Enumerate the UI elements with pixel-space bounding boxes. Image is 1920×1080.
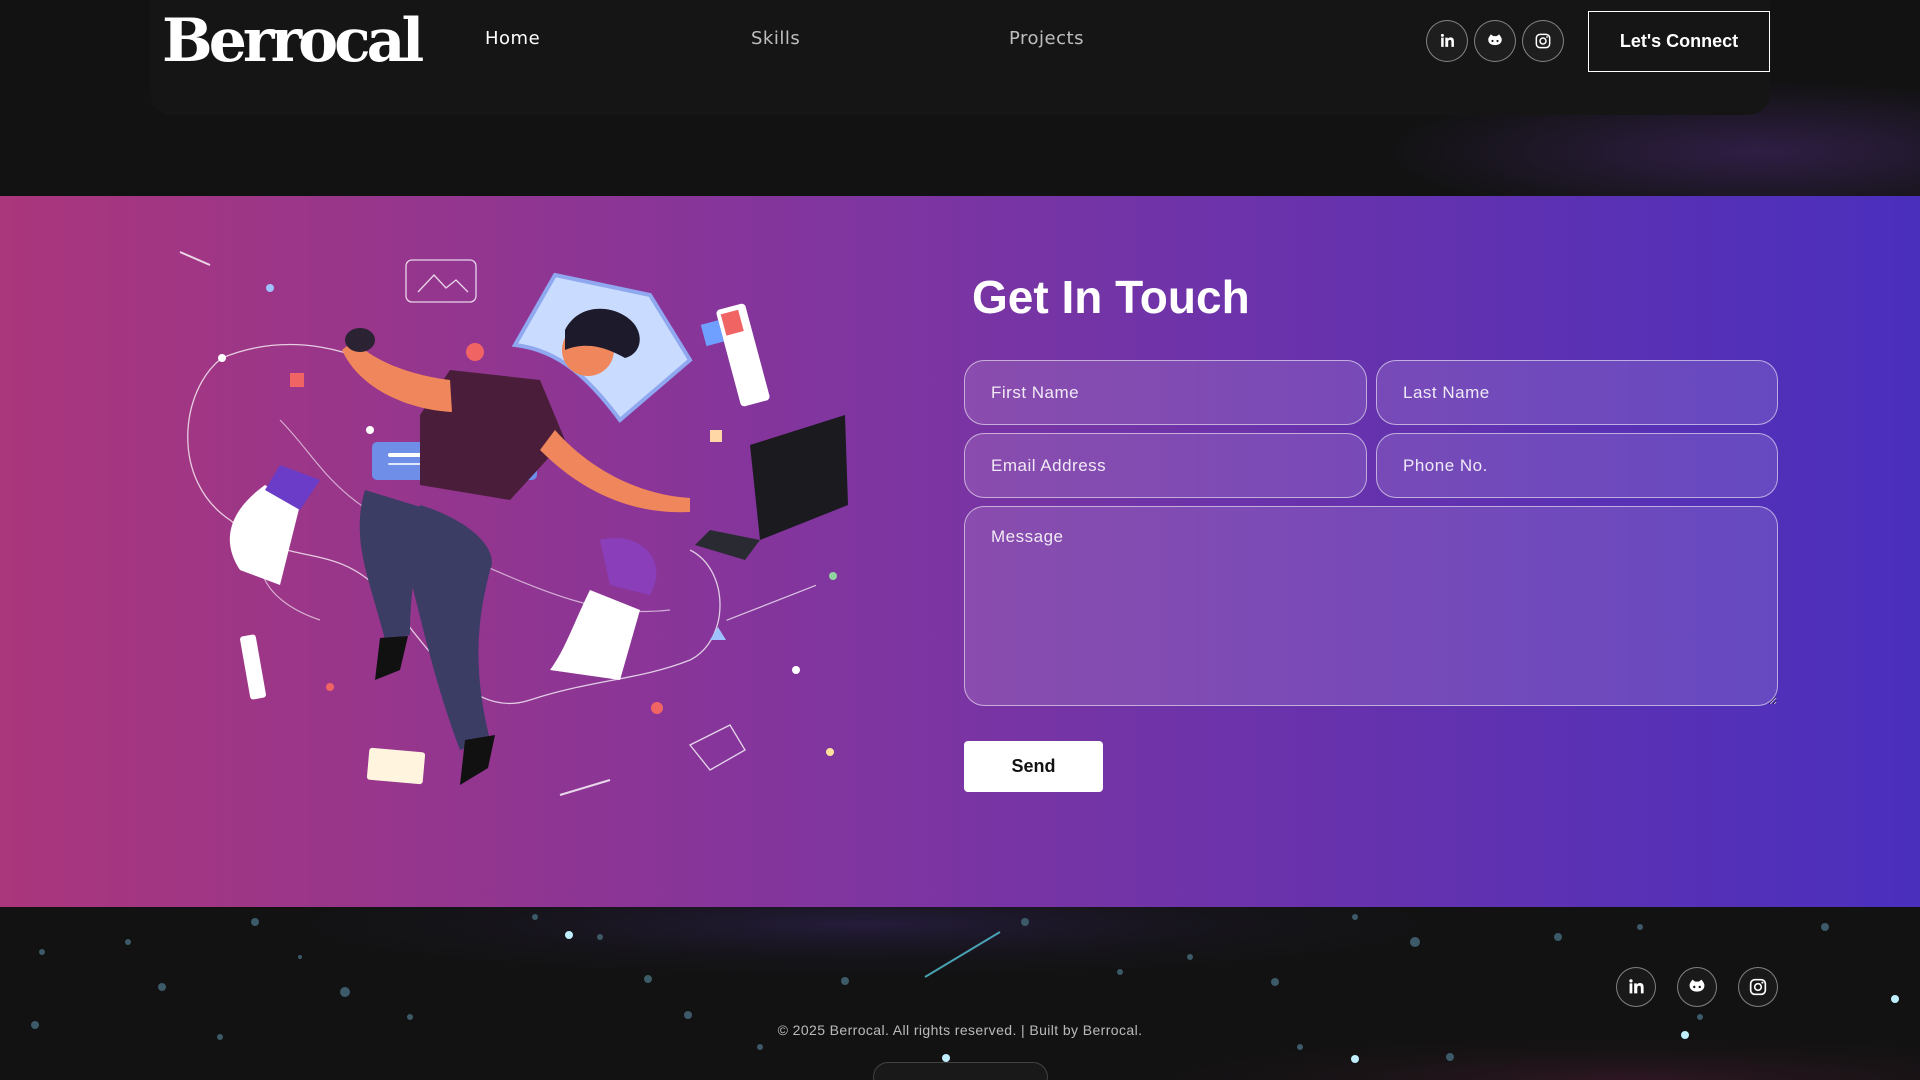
footer-github-button[interactable] [1677,967,1717,1007]
logo[interactable]: Berrocal [162,6,424,76]
nav-instagram-button[interactable] [1522,20,1564,62]
github-icon [1689,979,1705,992]
first-name-field[interactable] [964,360,1367,425]
contact-illustration [179,251,848,796]
send-button[interactable]: Send [964,741,1103,792]
lets-connect-button[interactable]: Let's Connect [1588,11,1770,72]
email-field[interactable] [964,433,1367,498]
nav-github-button[interactable] [1474,20,1516,62]
bottom-dock[interactable] [873,1062,1048,1080]
message-field[interactable] [964,506,1778,706]
nav-link-skills[interactable]: Skills [751,28,800,49]
contact-title: Get In Touch [972,271,1250,323]
phone-field[interactable] [1376,433,1778,498]
github-icon [1488,34,1502,46]
nav-linkedin-button[interactable] [1426,20,1468,62]
footer-linkedin-button[interactable] [1616,967,1656,1007]
linkedin-icon [1440,33,1454,47]
last-name-field[interactable] [1376,360,1778,425]
footer-instagram-button[interactable] [1738,967,1778,1007]
nav-link-projects[interactable]: Projects [1009,28,1084,49]
copyright-text: © 2025 Berrocal. All rights reserved. | … [777,1022,1143,1038]
nav-link-home[interactable]: Home [485,28,540,49]
instagram-icon [1749,978,1767,996]
linkedin-icon [1629,979,1644,994]
instagram-icon [1535,33,1551,49]
